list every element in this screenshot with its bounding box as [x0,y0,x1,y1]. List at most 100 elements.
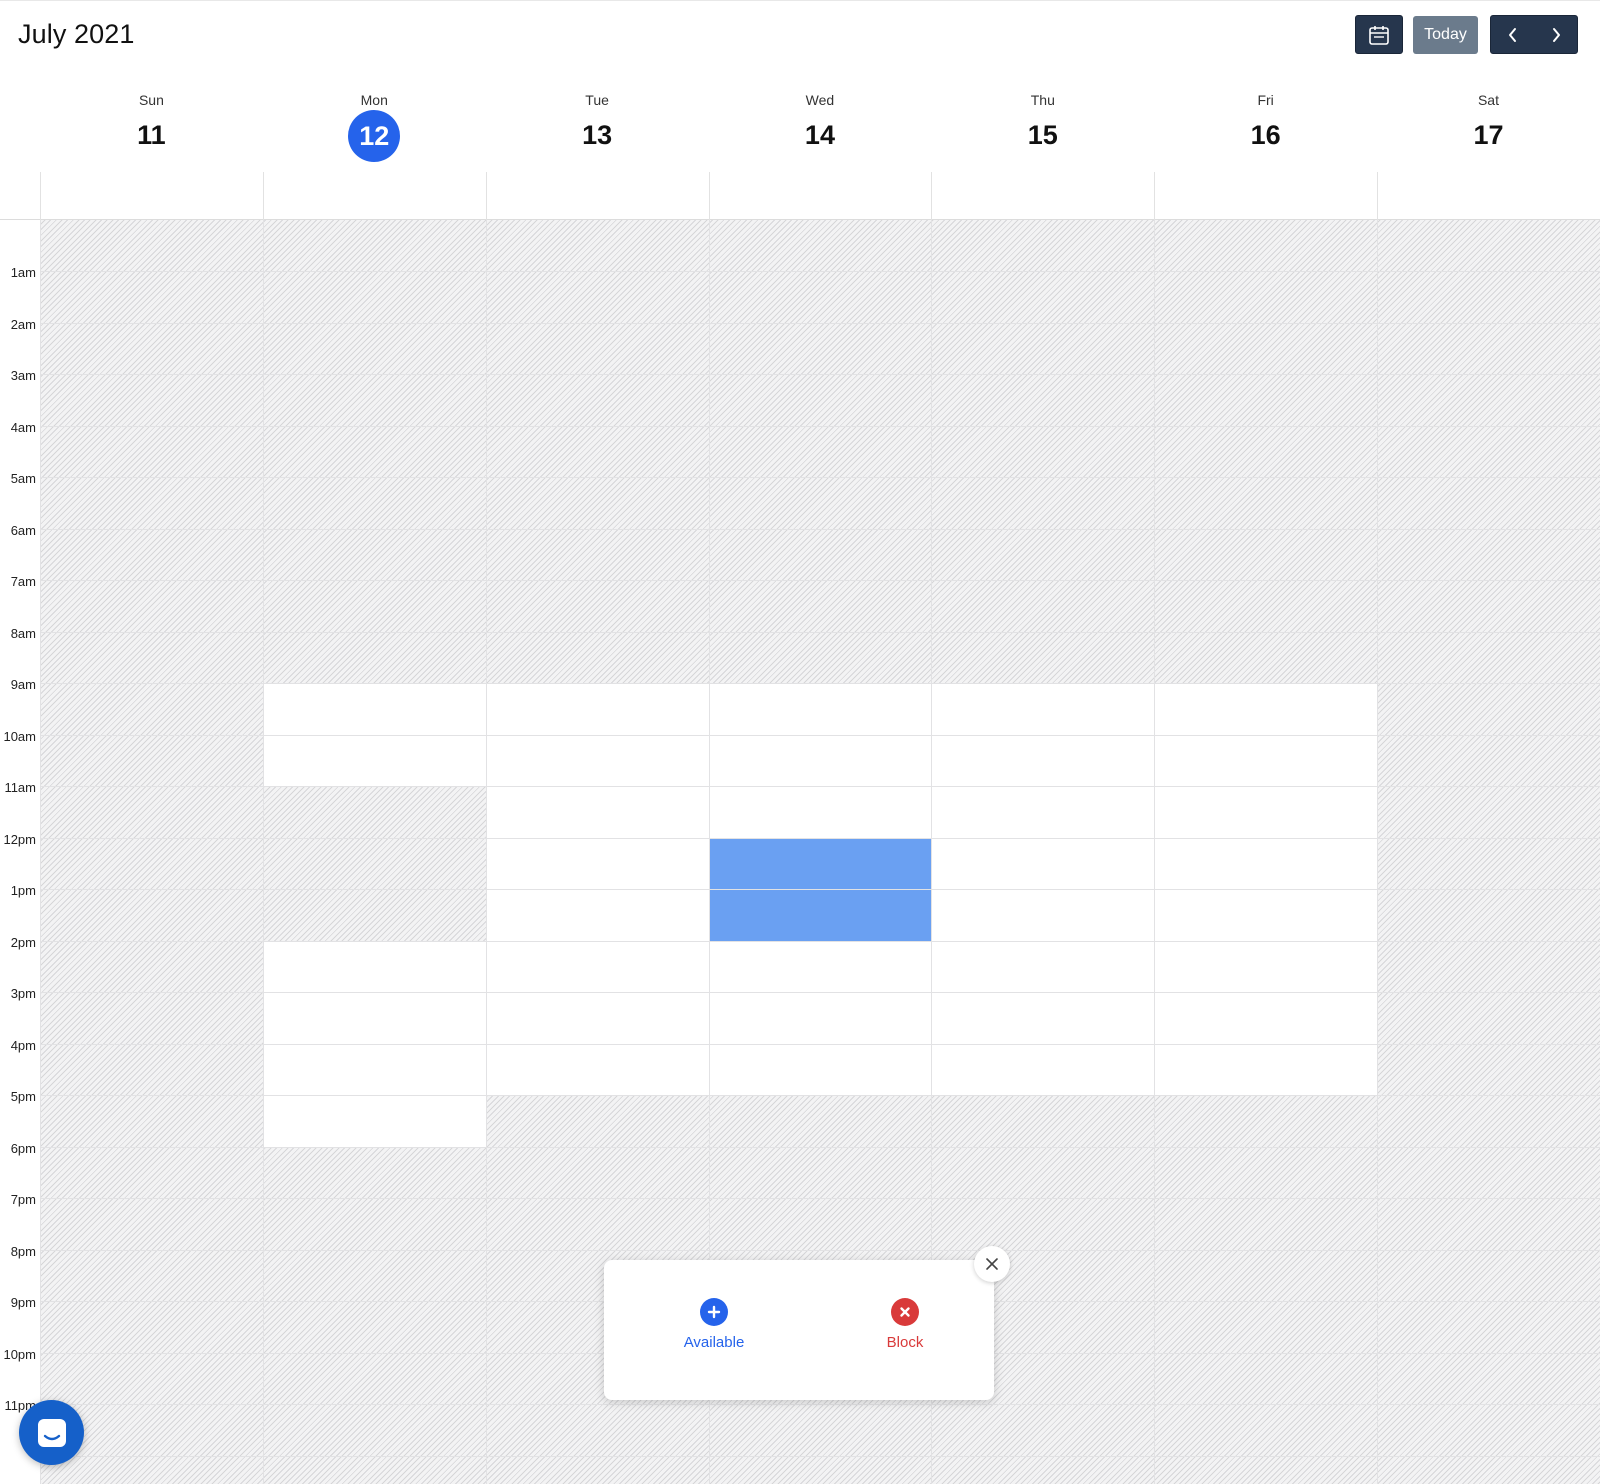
day-gridline [1154,220,1156,1484]
close-icon [986,1258,998,1270]
hour-gridline [40,889,1600,891]
hour-label: 12pm [3,831,36,847]
hour-gridline [40,992,1600,994]
hour-gridline [40,1146,1600,1148]
hour-label: 3pm [10,986,36,1002]
chat-launcher-icon [37,1418,66,1447]
day-gridline [262,220,264,1484]
today-date-number: 12 [348,110,401,162]
day-of-week: Sun [138,92,164,108]
hour-gridline [40,271,1600,273]
hour-label: 5pm [10,1089,36,1105]
all-day-cell[interactable] [1154,172,1377,220]
slot-action-popup: Available Block [604,1260,994,1400]
today-button[interactable]: Today [1413,16,1478,54]
day-of-week: Wed [805,92,835,108]
date-number: 13 [582,120,613,150]
hour-label: 5am [10,471,36,487]
day-gridline [40,220,41,1484]
hour-gridline [40,580,1600,582]
day-of-week: Tue [585,92,609,108]
popup-close-button[interactable] [974,1246,1010,1282]
hour-label: 2am [10,316,36,332]
date-number: 14 [804,120,835,150]
mark-available-button[interactable]: Available [654,1298,774,1351]
chat-launcher-button[interactable] [19,1400,84,1465]
day-header-tue[interactable]: Tue 13 [486,80,709,170]
date-number: 16 [1250,120,1281,150]
day-header-mon[interactable]: Mon 12 [263,80,486,170]
block-time-button[interactable]: Block [845,1298,965,1351]
hour-gridline [40,528,1600,530]
x-circle-icon [891,1298,919,1326]
hour-label: 8am [10,625,36,641]
hour-label: 3am [10,368,36,384]
day-gridline [485,220,487,1484]
day-header-wed[interactable]: Wed 14 [709,80,932,170]
all-day-cell[interactable] [1377,172,1600,220]
hour-label: 7pm [10,1192,36,1208]
chevron-left-icon [1508,27,1516,42]
date-number: 11 [137,120,166,150]
hour-label: 4am [10,419,36,435]
hour-gridline [40,1095,1600,1097]
hour-gridline [40,631,1600,633]
hour-label: 10am [3,728,36,744]
hour-label: 4pm [10,1037,36,1053]
day-of-week: Thu [1030,92,1055,108]
block-label: Block [886,1334,924,1351]
next-week-button[interactable] [1534,16,1577,53]
day-header-sun[interactable]: Sun 11 [40,80,263,170]
hour-label: 1pm [10,883,36,899]
day-header-sat[interactable]: Sat 17 [1377,80,1600,170]
hour-label: 6pm [10,1140,36,1156]
hour-gridline [40,322,1600,324]
hour-gridline [40,1043,1600,1045]
hour-gridline [40,477,1600,479]
hour-gridline [40,425,1600,427]
hour-gridline [40,1455,1600,1457]
all-day-cell[interactable] [485,172,709,220]
date-number: 17 [1473,120,1504,150]
hour-gridline [40,683,1600,685]
hour-gridline [40,374,1600,376]
week-navigation [1490,15,1578,54]
prev-week-button[interactable] [1491,16,1534,53]
hour-gridline [40,1198,1600,1200]
day-headers: Sun 11 Mon 12 Tue 13 Wed 14 Thu 15 Fri 16 Sat 17 [40,80,1600,170]
hour-gridline [40,1404,1600,1406]
hour-gutter: 1am 2am 3am 4am 5am 6am 7am 8am 9am 10am 11am 12pm 1… [0,220,40,1484]
all-day-cell[interactable] [40,172,263,220]
calendar-picker-button[interactable] [1355,15,1403,54]
hour-label: 2pm [10,934,36,950]
hour-label: 8pm [10,1243,36,1259]
day-gridline [1377,220,1379,1484]
hour-label: 1am [10,265,36,281]
hour-gridline [40,734,1600,736]
hour-gridline [40,1249,1600,1251]
month-title: July 2021 [18,19,135,49]
date-number: 15 [1027,120,1058,150]
calendar-icon [1369,25,1389,45]
hour-label: 10pm [3,1346,36,1362]
day-header-fri[interactable]: Fri 16 [1154,80,1377,170]
hour-label: 11am [4,780,36,796]
day-of-week: Sat [1477,92,1499,108]
day-of-week: Fri [1257,92,1274,108]
all-day-cell[interactable] [931,172,1154,220]
all-day-cell[interactable] [708,172,932,220]
available-label: Available [683,1334,745,1351]
hour-gridline [40,786,1600,788]
hour-label: 6am [10,522,36,538]
toolbar: July 2021 Today [0,0,1600,70]
plus-circle-icon [700,1298,728,1326]
all-day-cell[interactable] [262,172,486,220]
day-header-thu[interactable]: Thu 15 [931,80,1154,170]
hour-label: 9pm [10,1295,36,1311]
day-of-week: Mon [360,92,388,108]
hour-gridline [40,837,1600,839]
hour-gridline [40,940,1600,942]
all-day-row [0,172,1600,220]
hour-label: 7am [10,574,36,590]
hour-label: 9am [10,677,36,693]
